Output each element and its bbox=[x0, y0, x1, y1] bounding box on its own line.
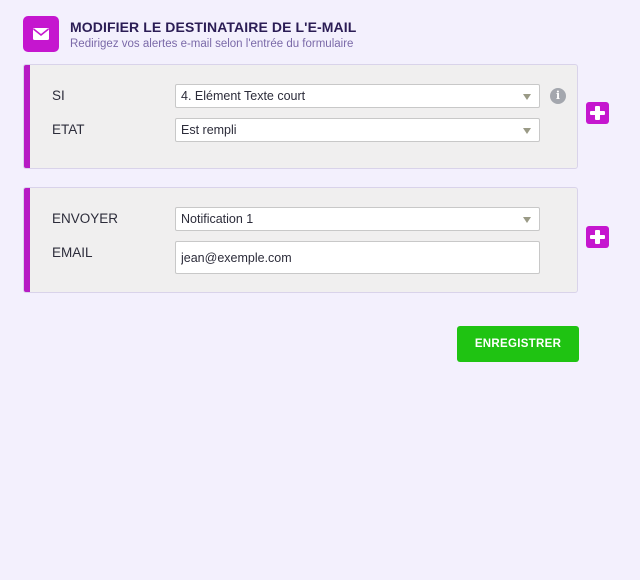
header: MODIFIER LE DESTINATAIRE DE L'E-MAIL Red… bbox=[23, 16, 583, 52]
chevron-down-icon bbox=[523, 217, 531, 223]
envelope-icon bbox=[23, 16, 59, 52]
state-select[interactable]: Est rempli bbox=[175, 118, 540, 142]
send-label: ENVOYER bbox=[52, 211, 119, 226]
send-select-value: Notification 1 bbox=[181, 212, 254, 226]
state-select-value: Est rempli bbox=[181, 123, 237, 137]
action-card: ENVOYER Notification 1 EMAIL bbox=[23, 187, 578, 293]
state-label: ETAT bbox=[52, 122, 85, 137]
email-field[interactable] bbox=[175, 241, 540, 274]
chevron-down-icon bbox=[523, 94, 531, 100]
condition-card: SI 4. Elément Texte court ETAT Est rempl… bbox=[23, 64, 578, 169]
email-label: EMAIL bbox=[52, 245, 93, 260]
chevron-down-icon bbox=[523, 128, 531, 134]
send-select[interactable]: Notification 1 bbox=[175, 207, 540, 231]
save-button[interactable]: ENREGISTRER bbox=[457, 326, 579, 362]
page-title: MODIFIER LE DESTINATAIRE DE L'E-MAIL bbox=[70, 19, 357, 35]
if-select-value: 4. Elément Texte court bbox=[181, 89, 306, 103]
add-condition-button[interactable] bbox=[586, 102, 609, 124]
info-icon[interactable]: i bbox=[550, 88, 566, 104]
add-action-button[interactable] bbox=[586, 226, 609, 248]
if-select[interactable]: 4. Elément Texte court bbox=[175, 84, 540, 108]
if-label: SI bbox=[52, 88, 65, 103]
page-subtitle: Redirigez vos alertes e-mail selon l'ent… bbox=[70, 38, 354, 50]
